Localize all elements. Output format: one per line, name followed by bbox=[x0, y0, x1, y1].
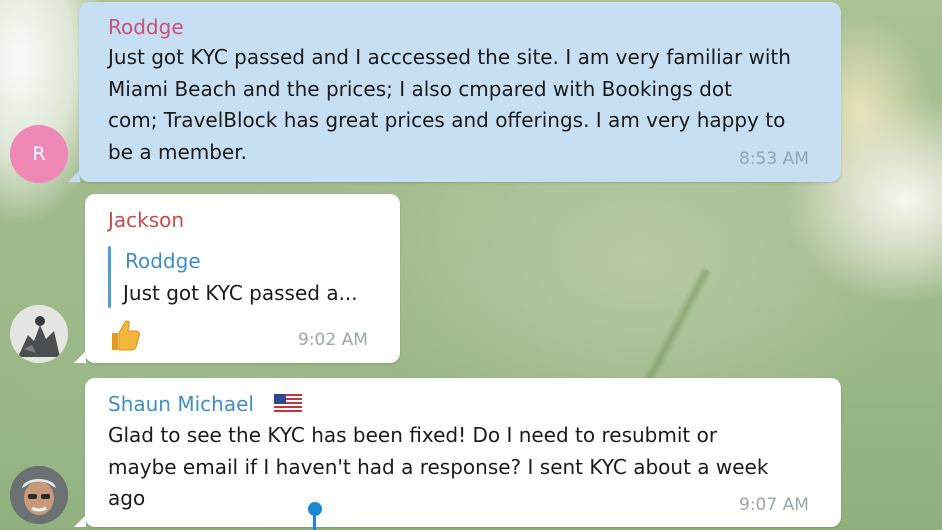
thumbs-up-icon bbox=[109, 318, 141, 358]
us-flag-icon bbox=[274, 394, 302, 414]
reply-accent-bar bbox=[108, 246, 111, 308]
message-text: Just got KYC passed and I acccessed the … bbox=[108, 45, 791, 164]
avatar[interactable] bbox=[10, 466, 68, 524]
reply-snippet[interactable]: Just got KYC passed a... bbox=[123, 281, 358, 305]
message-bubble[interactable]: Roddge Just got KYC passed and I acccess… bbox=[79, 2, 841, 182]
message-author[interactable]: Shaun Michael bbox=[108, 392, 254, 416]
avatar-photo-icon bbox=[10, 466, 68, 524]
avatar-letter: R bbox=[32, 143, 46, 165]
message-time: 9:07 AM bbox=[739, 495, 809, 515]
reply-author[interactable]: Roddge bbox=[125, 249, 201, 273]
message-author[interactable]: Roddge bbox=[108, 15, 184, 39]
message-time: 9:02 AM bbox=[298, 330, 368, 350]
avatar-photo-icon bbox=[10, 305, 68, 363]
message-bubble[interactable]: Jackson Roddge Just got KYC passed a... … bbox=[85, 194, 400, 363]
message-text: Glad to see the KYC has been fixed! Do I… bbox=[108, 423, 769, 510]
message-time: 8:53 AM bbox=[739, 149, 809, 169]
avatar[interactable] bbox=[10, 305, 68, 363]
message-author[interactable]: Jackson bbox=[108, 208, 184, 232]
message-bubble[interactable]: Shaun Michael Glad to see the KYC has be… bbox=[85, 378, 841, 527]
selection-handle-stem bbox=[313, 512, 316, 530]
avatar[interactable]: R bbox=[10, 125, 68, 183]
